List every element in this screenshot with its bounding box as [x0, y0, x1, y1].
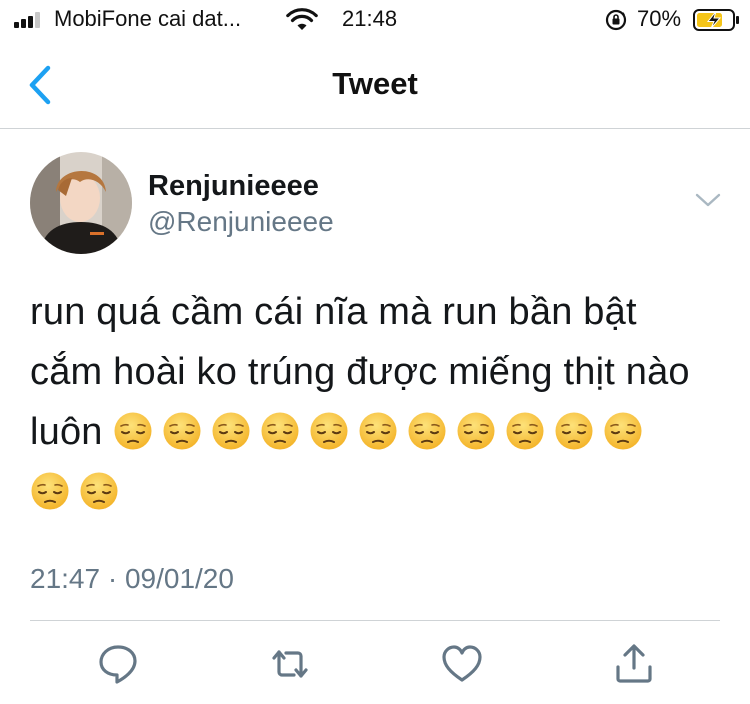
- like-icon[interactable]: [440, 642, 484, 686]
- pensive-face-emoji: [261, 412, 299, 450]
- battery-charging-icon: [693, 9, 739, 31]
- chevron-down-icon[interactable]: [694, 190, 722, 210]
- tweet-line: cắm hoài ko trúng được miếng thịt nào: [30, 351, 690, 393]
- clock: 21:48: [342, 6, 398, 31]
- retweet-icon[interactable]: [268, 642, 312, 686]
- pensive-face-emoji: [604, 412, 642, 450]
- emoji-group: [30, 462, 720, 522]
- status-bar: MobiFone cai dat... 21:48 70%: [0, 0, 750, 40]
- carrier-name: MobiFone cai dat...: [54, 6, 242, 31]
- battery-percent: 70%: [637, 6, 682, 31]
- pensive-face-emoji: [359, 412, 397, 450]
- divider: [30, 620, 720, 621]
- tweet-text: run quá cầm cái nĩa mà run bần bật cắm h…: [30, 282, 720, 522]
- pensive-face-emoji: [80, 472, 118, 510]
- reply-icon[interactable]: [96, 642, 140, 686]
- pensive-face-emoji: [163, 412, 201, 450]
- pensive-face-emoji: [310, 412, 348, 450]
- author-display-name[interactable]: Renjunieeee: [148, 170, 319, 203]
- pensive-face-emoji: [457, 412, 495, 450]
- pensive-face-emoji: [555, 412, 593, 450]
- page-title: Tweet: [332, 66, 418, 101]
- avatar-image: [30, 152, 132, 254]
- emoji-group: [113, 411, 652, 453]
- pensive-face-emoji: [31, 472, 69, 510]
- tweet-line-with-emoji: luôn: [30, 402, 720, 462]
- pensive-face-emoji: [408, 412, 446, 450]
- tweet-line: run quá cầm cái nĩa mà run bần bật: [30, 291, 637, 333]
- author-handle[interactable]: @Renjunieeee: [148, 206, 334, 238]
- orientation-lock-icon: [605, 9, 627, 31]
- signal-icon: [14, 12, 46, 28]
- avatar[interactable]: [30, 152, 132, 254]
- share-icon[interactable]: [612, 642, 656, 686]
- tweet-line-text: luôn: [30, 411, 103, 453]
- wifi-icon: [286, 8, 318, 30]
- tweet-timestamp[interactable]: 21:47 · 09/01/20: [30, 563, 234, 595]
- nav-bar: Tweet: [0, 40, 750, 129]
- pensive-face-emoji: [506, 412, 544, 450]
- pensive-face-emoji: [114, 412, 152, 450]
- pensive-face-emoji: [212, 412, 250, 450]
